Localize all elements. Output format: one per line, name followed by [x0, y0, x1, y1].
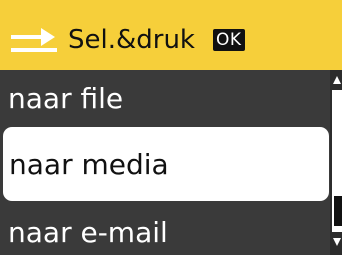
scroll-thumb[interactable] — [334, 196, 342, 226]
menu-list: naar file naar media naar e-mail — [0, 70, 330, 255]
menu-item-naar-media[interactable]: naar media — [3, 127, 329, 201]
menu-item-label: naar media — [9, 147, 169, 181]
lcd-screen: Sel.&druk OK naar file naar media naar e… — [0, 0, 342, 255]
scan-arrow-icon — [11, 28, 57, 52]
menu-item-naar-e-mail[interactable]: naar e-mail — [0, 210, 330, 255]
menu-item-label: naar file — [8, 81, 124, 115]
ok-badge[interactable]: OK — [213, 29, 245, 51]
menu-item-naar-file[interactable]: naar file — [0, 70, 330, 126]
menu-item-label: naar e-mail — [8, 216, 168, 249]
scroll-down-arrow-icon[interactable] — [333, 238, 341, 246]
scroll-up-arrow-icon[interactable] — [333, 76, 341, 84]
header-title: Sel.&druk — [68, 25, 195, 55]
header-bar: Sel.&druk OK — [0, 0, 342, 70]
